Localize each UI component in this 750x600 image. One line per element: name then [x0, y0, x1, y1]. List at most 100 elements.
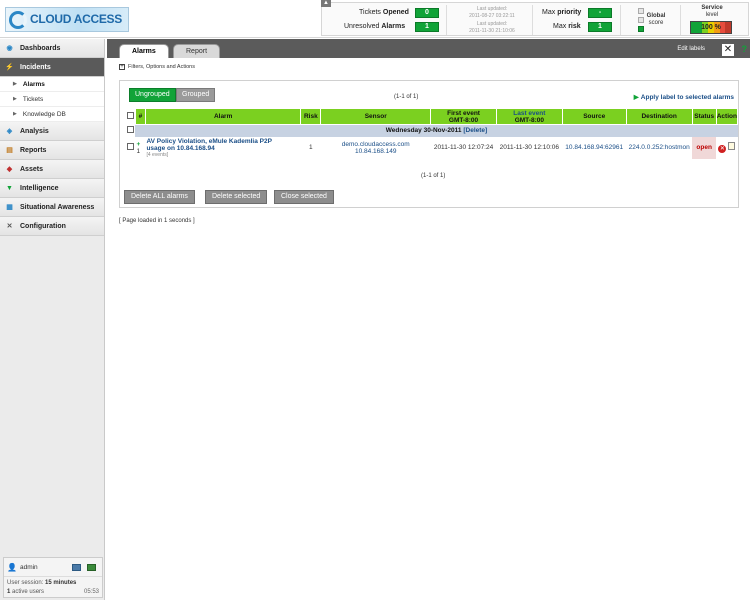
table-header-row: # Alarm Risk Sensor First event GMT-8:00 … [125, 108, 739, 125]
session-info: User session: 15 minutes 1 active users … [7, 580, 99, 595]
header-status[interactable]: Status [691, 108, 717, 125]
sidebar-item-situational-awareness[interactable]: ▦ Situational Awareness [0, 198, 104, 217]
sidebar: ◉ Dashboards ⚡ Incidents ▶ Alarms ▶ Tickets … [0, 39, 105, 600]
monitor-icon[interactable] [87, 563, 96, 571]
delete-selected-button[interactable]: Delete selected [205, 190, 268, 204]
sidebar-subitem-alarms[interactable]: ▶ Alarms [0, 77, 104, 92]
user-row: 👤 admin [4, 558, 102, 577]
day-group-label: Wednesday 30-Nov-2011 [Delete] [135, 124, 738, 137]
sidebar-item-assets[interactable]: ◆ Assets [0, 160, 104, 179]
tab-report[interactable]: Report [173, 44, 221, 58]
tab-alarms[interactable]: Alarms [119, 44, 169, 58]
last-updated-tickets: Last updated: 2011-08-27 03:22:11 [469, 6, 515, 19]
tools-icon[interactable]: ✕ [722, 44, 734, 56]
dashboard-icon: ◉ [6, 44, 13, 52]
service-level-value: 100 % [701, 24, 721, 31]
header-alarm[interactable]: Alarm [144, 108, 302, 125]
grouped-button[interactable]: Grouped [176, 88, 216, 102]
sidebar-item-analysis[interactable]: ◈ Analysis [0, 122, 104, 141]
row-checkbox[interactable] [126, 143, 134, 150]
logo-text: CLOUD ACCESS [30, 12, 122, 26]
sidebar-item-incidents[interactable]: ⚡ Incidents [0, 58, 104, 77]
divider [620, 5, 621, 35]
alarms-table: # Alarm Risk Sensor First event GMT-8:00 … [125, 108, 739, 159]
divider [680, 5, 681, 35]
row-num: + 1 [136, 140, 141, 155]
tickets-opened-value[interactable]: 0 [415, 8, 439, 18]
filters-toggle[interactable]: + Filters, Options and Actions [119, 64, 195, 70]
row-sensor[interactable]: demo.cloudaccess.com 10.84.168.149 [321, 137, 431, 159]
header-destination[interactable]: Destination [625, 108, 693, 125]
day-delete-link[interactable]: [Delete] [463, 127, 487, 134]
header-num: # [134, 108, 146, 125]
page-load-time: [ Page loaded in 1 seconds ] [119, 218, 195, 224]
username[interactable]: admin [20, 564, 72, 571]
session-clock: 05:53 [83, 589, 99, 595]
day-group-row: Wednesday 30-Nov-2011 [Delete] [125, 124, 738, 137]
row-risk: 1 [309, 144, 313, 151]
session-icon[interactable] [72, 563, 81, 571]
max-priority-value[interactable]: - [588, 8, 612, 18]
logo-circle-icon [9, 11, 27, 29]
apply-label-link[interactable]: ▶ Apply label to selected alarms [634, 93, 734, 101]
main-content: Alarms Report Edit labels ✕ ? + Filters,… [107, 39, 750, 600]
arrow-right-icon: ▶ [13, 81, 17, 87]
tickets-opened-label: Tickets Opened [359, 9, 409, 16]
row-source[interactable]: 10.84.168.94:62961 [562, 137, 626, 159]
ungrouped-button[interactable]: Ungrouped [129, 88, 176, 102]
help-icon[interactable]: ? [742, 44, 748, 54]
divider [446, 5, 447, 35]
row-alarm[interactable]: AV Policy Violation, eMule Kademlia P2P … [145, 137, 300, 159]
sidebar-item-configuration[interactable]: ✕ Configuration [0, 217, 104, 236]
user-session-panel: 👤 admin User session: 15 minutes 1 activ… [3, 557, 103, 598]
divider [532, 5, 533, 35]
unresolved-alarms-value[interactable]: 1 [415, 22, 439, 32]
table-row[interactable]: + 1 AV Policy Violation, eMule Kademlia … [126, 136, 738, 159]
delete-all-alarms-button[interactable]: Delete ALL alarms [124, 190, 195, 204]
row-first-event: 2011-11-30 12:07:24 [433, 144, 494, 151]
row-destination[interactable]: 224.0.0.252:hostmon [626, 137, 692, 159]
pager-top: (1-1 of 1) [394, 94, 419, 100]
header-risk[interactable]: Risk [300, 108, 322, 125]
row-actions: ✕ [716, 137, 737, 159]
situational-awareness-icon: ▦ [6, 203, 13, 211]
global-score-label: Global score [646, 13, 666, 26]
service-level-label: Service level [701, 5, 723, 18]
arrow-right-icon: ▶ [13, 111, 17, 117]
row-status[interactable]: open [692, 136, 717, 159]
day-select-cell [125, 124, 136, 137]
header-source[interactable]: Source [561, 108, 627, 125]
sidebar-subitem-knowledge-db[interactable]: ▶ Knowledge DB [0, 107, 104, 122]
max-priority-label: Max priority [542, 9, 582, 16]
reports-icon: ▤ [6, 146, 13, 154]
max-risk-label: Max risk [553, 23, 581, 30]
header-sensor[interactable]: Sensor [320, 108, 432, 125]
collapse-header-icon[interactable]: ▲ [321, 0, 331, 7]
sidebar-subitem-tickets[interactable]: ▶ Tickets [0, 92, 104, 107]
unresolved-alarms-label: Unresolved Alarms [344, 23, 406, 30]
intelligence-icon: ▼ [6, 184, 13, 192]
sidebar-item-reports[interactable]: ▤ Reports [0, 141, 104, 160]
expand-icon: + [119, 64, 125, 70]
header-last-event[interactable]: Last event GMT-8:00 [495, 108, 563, 125]
row-last-event: 2011-11-30 12:10:06 [499, 144, 560, 151]
header-first-event[interactable]: First event GMT-8:00 [430, 108, 497, 125]
select-all-header [125, 108, 136, 125]
arrow-right-icon: ▶ [633, 94, 639, 101]
configuration-icon: ✕ [6, 222, 13, 230]
arrow-right-icon: ▶ [13, 96, 17, 102]
stats-panel: Tickets Opened 0 Unresolved Alarms 1 Las… [321, 2, 749, 36]
assets-icon: ◆ [6, 165, 13, 173]
sidebar-item-dashboards[interactable]: ◉ Dashboards [0, 39, 104, 58]
max-risk-value[interactable]: 1 [588, 22, 612, 32]
cloudaccess-logo[interactable]: CLOUD ACCESS [5, 7, 129, 32]
pager-bottom: (1-1 of 1) [421, 173, 446, 179]
delete-alarm-icon[interactable]: ✕ [718, 145, 727, 153]
close-selected-button[interactable]: Close selected [274, 190, 334, 204]
edit-alarm-icon[interactable] [728, 142, 736, 150]
sidebar-item-intelligence[interactable]: ▼ Intelligence [0, 179, 104, 198]
edit-labels-link[interactable]: Edit labels [677, 46, 705, 52]
expand-row-icon[interactable]: + [136, 141, 140, 148]
select-all-checkbox[interactable] [126, 112, 134, 119]
day-select-checkbox[interactable] [126, 126, 134, 134]
